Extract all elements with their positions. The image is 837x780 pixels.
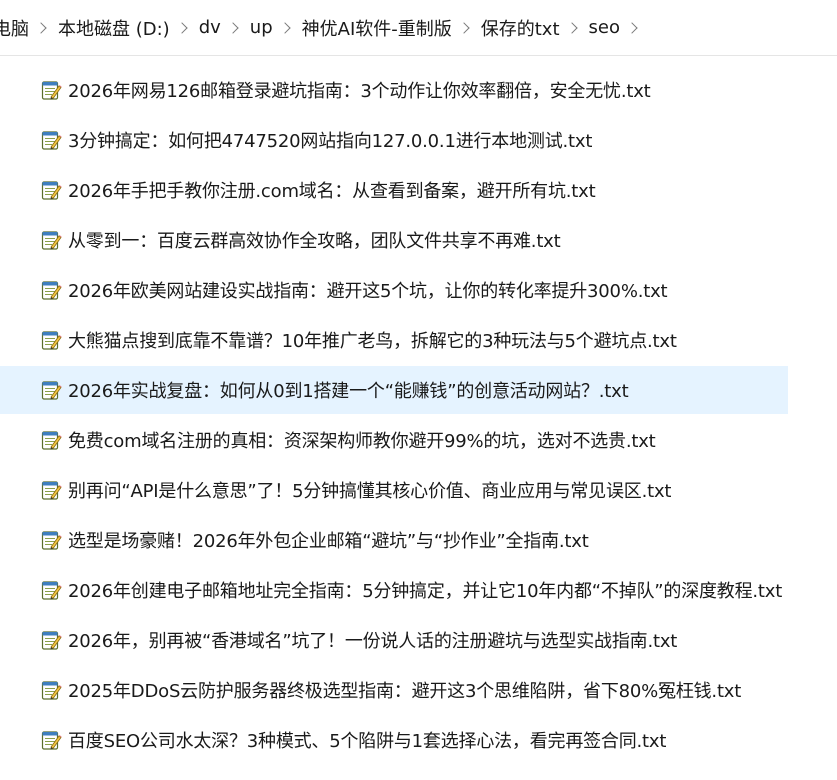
notepad-file-icon [40,379,62,401]
file-name: 大熊猫点搜到底靠不靠谱？10年推广老鸟，拆解它的3种玩法与5个避坑点.txt [68,331,677,352]
address-bar[interactable]: 电脑本地磁盘 (D:) dvup 神优AI软件-重制版保存的txt seo [0,0,837,56]
file-name: 免费com域名注册的真相：资深架构师教你避开99%的坑，选对不选贵.txt [68,431,656,452]
file-name: 2026年欧美网站建设实战指南：避开这5个坑，让你的转化率提升300%.txt [68,281,668,302]
file-row[interactable]: 2026年手把手教你注册.com域名：从查看到备案，避开所有坑.txt [0,166,788,214]
file-list: 2026年网易126邮箱登录避坑指南：3个动作让你效率翻倍，安全无忧.txt 3… [0,66,837,766]
notepad-file-icon [40,729,62,751]
notepad-file-icon [40,329,62,351]
breadcrumb-item[interactable]: 本地磁盘 (D:) [55,11,173,45]
chevron-right-icon[interactable] [565,21,578,34]
file-row[interactable]: 3分钟搞定：如何把4747520网站指向127.0.0.1进行本地测试.txt [0,116,788,164]
chevron-right-icon[interactable] [35,21,47,34]
file-row[interactable]: 大熊猫点搜到底靠不靠谱？10年推广老鸟，拆解它的3种玩法与5个避坑点.txt [0,316,788,364]
breadcrumb: 电脑本地磁盘 (D:) dvup 神优AI软件-重制版保存的txt seo [0,11,646,45]
file-name: 2025年DDoS云防护服务器终极选型指南：避开这3个思维陷阱，省下80%冤枉钱… [68,681,742,702]
breadcrumb-item[interactable]: dv [196,13,224,42]
notepad-file-icon [40,279,62,301]
chevron-right-icon[interactable] [176,21,188,34]
breadcrumb-item[interactable]: 保存的txt [478,11,563,45]
file-row[interactable]: 2026年，别再被“香港域名”坑了！一份说人话的注册避坑与选型实战指南.txt [0,616,788,664]
file-row[interactable]: 选型是场豪赌！2026年外包企业邮箱“避坑”与“抄作业”全指南.txt [0,516,788,564]
notepad-file-icon [40,579,62,601]
file-name: 选型是场豪赌！2026年外包企业邮箱“避坑”与“抄作业”全指南.txt [68,531,589,552]
file-name: 别再问“API是什么意思”了！5分钟搞懂其核心价值、商业应用与常见误区.txt [68,481,672,502]
file-row[interactable]: 2026年欧美网站建设实战指南：避开这5个坑，让你的转化率提升300%.txt [0,266,788,314]
file-row[interactable]: 百度SEO公司水太深？3种模式、5个陷阱与1套选择心法，看完再签合同.txt [0,716,788,764]
file-name: 2026年手把手教你注册.com域名：从查看到备案，避开所有坑.txt [68,181,596,202]
notepad-file-icon [40,529,62,551]
breadcrumb-item[interactable]: 电脑 [0,11,32,45]
notepad-file-icon [40,479,62,501]
notepad-file-icon [40,629,62,651]
file-name: 百度SEO公司水太深？3种模式、5个陷阱与1套选择心法，看完再签合同.txt [68,731,667,752]
file-row[interactable]: 别再问“API是什么意思”了！5分钟搞懂其核心价值、商业应用与常见误区.txt [0,466,788,514]
file-row[interactable]: 免费com域名注册的真相：资深架构师教你避开99%的坑，选对不选贵.txt [0,416,788,464]
file-name: 2026年创建电子邮箱地址完全指南：5分钟搞定，并让它10年内都“不掉队”的深度… [68,581,783,602]
file-row[interactable]: 2026年实战复盘：如何从0到1搭建一个“能赚钱”的创意活动网站？.txt [0,366,788,414]
file-name: 从零到一：百度云群高效协作全攻略，团队文件共享不再难.txt [68,231,561,252]
file-name: 2026年网易126邮箱登录避坑指南：3个动作让你效率翻倍，安全无忧.txt [68,81,651,102]
chevron-right-icon[interactable] [626,21,638,34]
notepad-file-icon [40,79,62,101]
breadcrumb-item[interactable]: 神优AI软件-重制版 [299,11,455,45]
file-row[interactable]: 从零到一：百度云群高效协作全攻略，团队文件共享不再难.txt [0,216,788,264]
chevron-right-icon[interactable] [278,21,291,34]
notepad-file-icon [40,429,62,451]
breadcrumb-item[interactable]: seo [586,13,623,42]
file-row[interactable]: 2026年创建电子邮箱地址完全指南：5分钟搞定，并让它10年内都“不掉队”的深度… [0,566,788,614]
notepad-file-icon [40,679,62,701]
file-name: 3分钟搞定：如何把4747520网站指向127.0.0.1进行本地测试.txt [68,131,593,152]
breadcrumb-item[interactable]: up [247,13,276,42]
chevron-right-icon[interactable] [458,21,470,34]
file-row[interactable]: 2025年DDoS云防护服务器终极选型指南：避开这3个思维陷阱，省下80%冤枉钱… [0,666,788,714]
chevron-right-icon[interactable] [227,21,239,34]
file-name: 2026年，别再被“香港域名”坑了！一份说人话的注册避坑与选型实战指南.txt [68,631,678,652]
notepad-file-icon [40,129,62,151]
file-row[interactable]: 2026年网易126邮箱登录避坑指南：3个动作让你效率翻倍，安全无忧.txt [0,66,788,114]
notepad-file-icon [40,179,62,201]
file-name: 2026年实战复盘：如何从0到1搭建一个“能赚钱”的创意活动网站？.txt [68,381,629,402]
notepad-file-icon [40,229,62,251]
